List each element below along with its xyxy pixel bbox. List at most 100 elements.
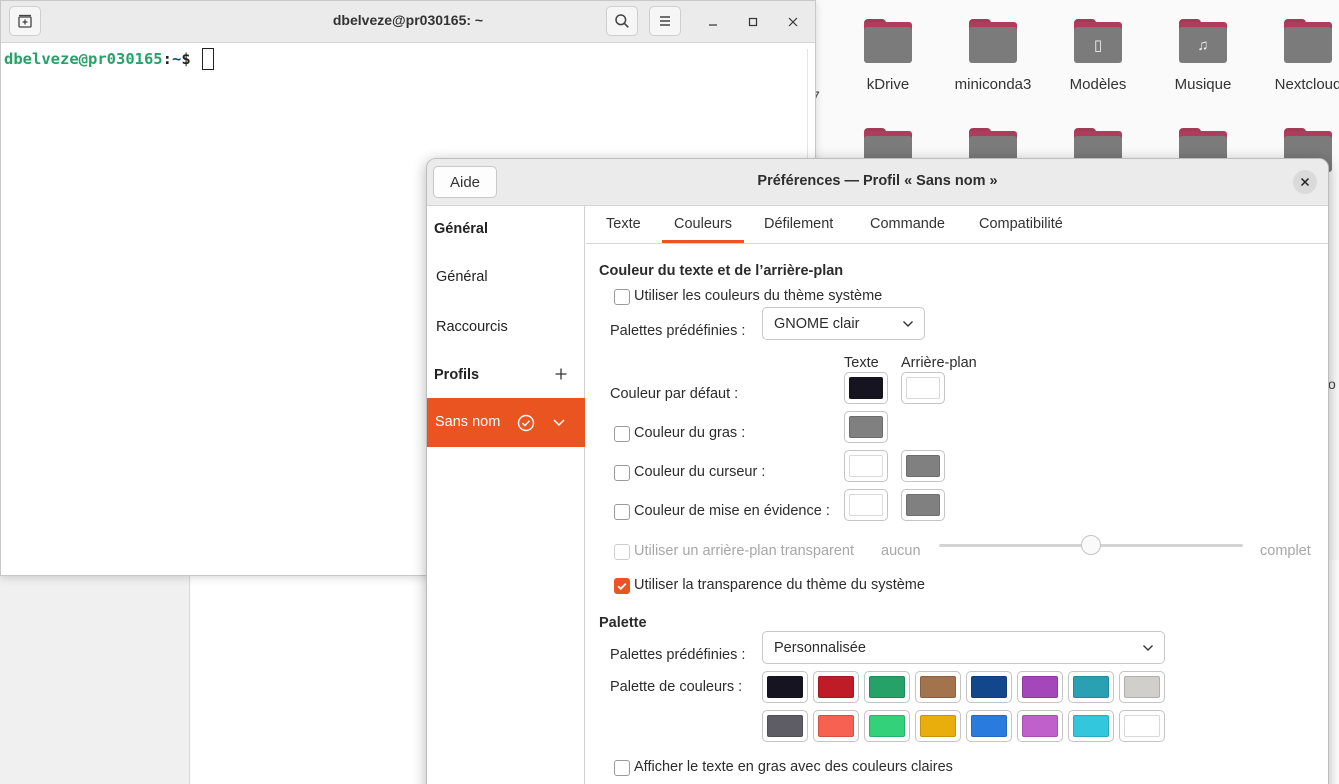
palette-color-button[interactable] — [1119, 671, 1165, 703]
palette-presets-dropdown[interactable]: Personnalisée — [762, 631, 1165, 664]
highlight-background-color-button[interactable] — [901, 489, 945, 521]
palette-presets-value: Personnalisée — [774, 640, 866, 656]
add-profile-button[interactable] — [551, 364, 571, 384]
swatch-fill — [767, 715, 803, 737]
highlight-color-label: Couleur de mise en évidence : — [634, 503, 830, 519]
section-title-colors: Couleur du texte et de l’arrière-plan — [599, 263, 844, 279]
palette-color-button[interactable] — [1017, 710, 1063, 742]
tab-compatibility[interactable]: Compatibilité — [979, 216, 1063, 232]
palette-color-button[interactable] — [762, 671, 808, 703]
swatch-fill — [1124, 715, 1160, 737]
swatch-fill — [869, 715, 905, 737]
system-transparency-checkbox[interactable] — [614, 578, 630, 594]
preferences-headerbar: Aide Préférences — Profil « Sans nom » — [427, 159, 1328, 206]
highlight-color-checkbox[interactable] — [614, 504, 630, 520]
folder-icon — [1284, 19, 1332, 63]
use-system-colors-label: Utiliser les couleurs du thème système — [634, 288, 883, 304]
search-button[interactable] — [606, 6, 638, 36]
palette-color-button[interactable] — [813, 710, 859, 742]
cursor-background-color-button[interactable] — [901, 450, 945, 482]
swatch-fill — [1022, 676, 1058, 698]
folder-label: Nextcloud — [1274, 76, 1339, 93]
folder-item[interactable]: Nextcloud — [1258, 19, 1339, 93]
swatch-fill — [818, 715, 854, 737]
close-button[interactable] — [782, 11, 804, 33]
tab-command[interactable]: Commande — [870, 216, 945, 232]
bold-bright-label: Afficher le texte en gras avec des coule… — [634, 759, 953, 775]
folder-item[interactable]: ♫ Musique — [1153, 19, 1253, 93]
folder-label: kDrive — [866, 76, 910, 93]
swatch-fill — [971, 676, 1007, 698]
preferences-dialog: Aide Préférences — Profil « Sans nom » G… — [426, 158, 1329, 784]
folder-item[interactable]: kDrive — [838, 19, 938, 93]
cursor-color-checkbox[interactable] — [614, 465, 630, 481]
palette-color-button[interactable] — [1119, 710, 1165, 742]
templates-folder-icon: ▯ — [1074, 19, 1122, 63]
search-icon — [615, 14, 629, 28]
transparent-background-checkbox[interactable] — [614, 544, 630, 560]
palette-color-button[interactable] — [1068, 671, 1114, 703]
swatch-fill — [1022, 715, 1058, 737]
chevron-down-icon[interactable] — [552, 415, 566, 429]
palette-color-button[interactable] — [1068, 710, 1114, 742]
profile-name: Sans nom — [435, 414, 501, 430]
tab-colors[interactable]: Couleurs — [674, 216, 732, 232]
chevron-down-icon — [1143, 645, 1153, 651]
folder-icon — [864, 19, 912, 63]
dialog-close-button[interactable] — [1293, 170, 1317, 194]
palette-color-button[interactable] — [966, 671, 1012, 703]
default-background-color-button[interactable] — [901, 372, 945, 404]
partial-label: o — [1328, 376, 1336, 392]
tab-text[interactable]: Texte — [606, 216, 641, 232]
file-manager-sidebar — [0, 560, 190, 784]
swatch-fill — [906, 494, 940, 516]
swatch-fill — [849, 455, 883, 477]
preferences-content: Texte Couleurs Défilement Commande Compa… — [586, 206, 1328, 784]
palette-color-button[interactable] — [915, 671, 961, 703]
bold-color-button[interactable] — [844, 411, 888, 443]
section-title-palette: Palette — [599, 615, 647, 631]
maximize-button[interactable] — [742, 11, 764, 33]
palette-color-button[interactable] — [864, 710, 910, 742]
swatch-fill — [1073, 676, 1109, 698]
music-folder-icon: ♫ — [1179, 19, 1227, 63]
highlight-text-color-button[interactable] — [844, 489, 888, 521]
swatch-fill — [906, 455, 940, 477]
palette-color-button[interactable] — [813, 671, 859, 703]
cursor-text-color-button[interactable] — [844, 450, 888, 482]
active-tab-indicator — [662, 240, 744, 243]
swatch-fill — [849, 416, 883, 438]
swatch-fill — [849, 377, 883, 399]
sidebar-item-shortcuts[interactable]: Raccourcis — [436, 319, 508, 335]
swatch-fill — [906, 377, 940, 399]
palette-color-button[interactable] — [864, 671, 910, 703]
bold-color-checkbox[interactable] — [614, 426, 630, 442]
sidebar-item-profile[interactable]: Sans nom — [427, 398, 585, 447]
sidebar-header-general: Général — [434, 221, 488, 237]
transparency-min-label: aucun — [881, 543, 921, 559]
palette-color-button[interactable] — [762, 710, 808, 742]
column-header-background: Arrière-plan — [901, 355, 977, 371]
minimize-button[interactable] — [702, 11, 724, 33]
transparency-slider-handle[interactable] — [1081, 535, 1101, 555]
swatch-fill — [849, 494, 883, 516]
folder-item[interactable]: ▯ Modèles — [1048, 19, 1148, 93]
default-profile-check-icon — [517, 414, 535, 432]
use-system-colors-checkbox[interactable] — [614, 289, 630, 305]
tab-scrolling[interactable]: Défilement — [764, 216, 833, 232]
bold-color-label: Couleur du gras : — [634, 425, 746, 441]
palette-color-button[interactable] — [1017, 671, 1063, 703]
palette-color-button[interactable] — [915, 710, 961, 742]
color-presets-dropdown[interactable]: GNOME clair — [762, 307, 925, 340]
folder-item[interactable]: miniconda3 — [943, 19, 1043, 93]
palette-color-button[interactable] — [966, 710, 1012, 742]
folder-label: miniconda3 — [954, 76, 1032, 93]
sidebar-item-general[interactable]: Général — [436, 269, 488, 285]
default-text-color-button[interactable] — [844, 372, 888, 404]
preferences-sidebar: Général Général Raccourcis Profils Sans … — [427, 206, 585, 784]
palette-colors-label: Palette de couleurs : — [610, 679, 743, 695]
menu-button[interactable] — [649, 6, 681, 36]
bold-bright-checkbox[interactable] — [614, 760, 630, 776]
minimize-icon — [709, 24, 717, 26]
folder-label: Musique — [1174, 76, 1232, 93]
